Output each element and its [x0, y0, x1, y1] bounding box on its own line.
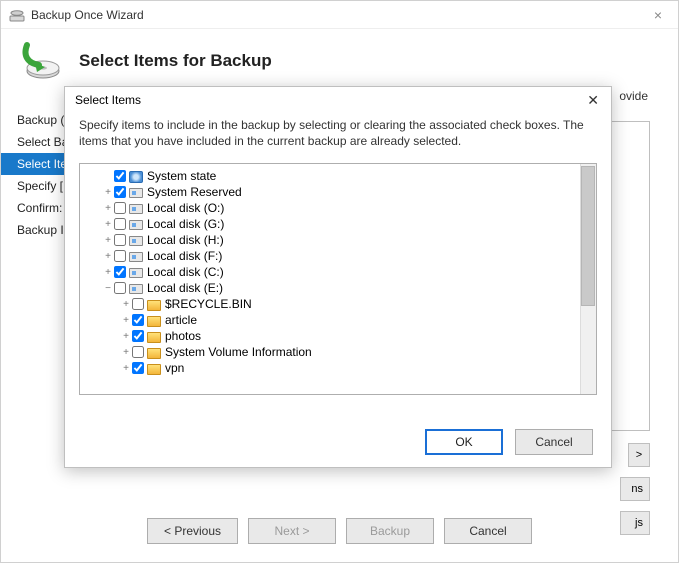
obscured-button-ns[interactable]: ns [620, 477, 650, 501]
tree-checkbox[interactable] [132, 362, 144, 374]
tree-label: $RECYCLE.BIN [162, 297, 252, 311]
tree-label: System Volume Information [162, 345, 312, 359]
tree-label: article [162, 313, 197, 327]
tree-node[interactable]: + photos [84, 328, 596, 344]
tree-node[interactable]: + System Volume Information [84, 344, 596, 360]
expand-icon: · [102, 170, 114, 183]
folder-icon [146, 361, 162, 375]
tree-node[interactable]: + System Reserved [84, 184, 596, 200]
tree-label: Local disk (C:) [144, 265, 224, 279]
page-title: Select Items for Backup [79, 51, 272, 71]
tree-label: System state [144, 169, 216, 183]
wizard-close-icon[interactable]: × [646, 5, 670, 25]
tree-checkbox[interactable] [114, 218, 126, 230]
items-tree-container: · System state + System Reserved + Local disk… [79, 163, 597, 395]
tree-label: Local disk (E:) [144, 281, 223, 295]
tree-node[interactable]: + Local disk (O:) [84, 200, 596, 216]
folder-icon [146, 297, 162, 311]
tree-label: System Reserved [144, 185, 242, 199]
tree-checkbox[interactable] [132, 330, 144, 342]
tree-checkbox[interactable] [114, 250, 126, 262]
folder-icon [146, 313, 162, 327]
tree-node[interactable]: + Local disk (H:) [84, 232, 596, 248]
tree-checkbox[interactable] [132, 346, 144, 358]
truncated-label-fragment: ovide [619, 89, 648, 103]
tree-node[interactable]: + $RECYCLE.BIN [84, 296, 596, 312]
tree-node[interactable]: + Local disk (C:) [84, 264, 596, 280]
dialog-description: Specify items to include in the backup b… [65, 113, 611, 157]
expand-icon[interactable]: + [102, 250, 114, 263]
tree-checkbox[interactable] [114, 266, 126, 278]
folder-icon [146, 329, 162, 343]
items-tree[interactable]: · System state + System Reserved + Local disk… [80, 164, 596, 380]
tree-checkbox[interactable] [114, 186, 126, 198]
expand-icon[interactable]: + [120, 314, 132, 327]
tree-label: Local disk (H:) [144, 233, 224, 247]
tree-label: Local disk (F:) [144, 249, 222, 263]
tree-node[interactable]: − Local disk (E:) [84, 280, 596, 296]
tree-checkbox[interactable] [114, 202, 126, 214]
drive-icon [128, 281, 144, 295]
ok-button[interactable]: OK [425, 429, 503, 455]
wizard-app-icon [9, 7, 25, 23]
backup-button: Backup [346, 518, 434, 544]
tree-node[interactable]: · System state [84, 168, 596, 184]
tree-node[interactable]: + vpn [84, 360, 596, 376]
expand-icon[interactable]: + [102, 202, 114, 215]
dialog-title: Select Items [75, 93, 141, 107]
wizard-titlebar: Backup Once Wizard × [1, 1, 678, 29]
tree-scrollbar-thumb[interactable] [581, 166, 595, 306]
expand-icon[interactable]: + [120, 362, 132, 375]
tree-checkbox[interactable] [132, 314, 144, 326]
expand-icon[interactable]: + [102, 218, 114, 231]
dialog-close-icon[interactable]: ✕ [581, 92, 605, 109]
expand-icon[interactable]: + [120, 298, 132, 311]
expand-icon[interactable]: + [102, 234, 114, 247]
previous-button[interactable]: < Previous [147, 518, 238, 544]
panel-scroll-right-button[interactable]: > [628, 443, 650, 467]
select-items-dialog: Select Items ✕ Specify items to include … [64, 86, 612, 468]
tree-label: vpn [162, 361, 184, 375]
wizard-header: Select Items for Backup [1, 29, 678, 83]
wizard-title-text: Backup Once Wizard [31, 8, 144, 22]
drive-icon [128, 217, 144, 231]
tree-checkbox[interactable] [114, 170, 126, 182]
expand-icon[interactable]: + [120, 346, 132, 359]
drive-icon [128, 201, 144, 215]
tree-node[interactable]: + article [84, 312, 596, 328]
collapse-icon[interactable]: − [102, 282, 114, 295]
dialog-cancel-button[interactable]: Cancel [515, 429, 593, 455]
dialog-footer: OK Cancel [425, 429, 593, 455]
drive-icon [128, 249, 144, 263]
tree-label: Local disk (O:) [144, 201, 224, 215]
tree-node[interactable]: + Local disk (F:) [84, 248, 596, 264]
drive-icon [128, 265, 144, 279]
tree-scrollbar[interactable] [580, 164, 596, 394]
expand-icon[interactable]: + [120, 330, 132, 343]
expand-icon[interactable]: + [102, 266, 114, 279]
expand-icon[interactable]: + [102, 186, 114, 199]
tree-checkbox[interactable] [114, 282, 126, 294]
dialog-titlebar: Select Items ✕ [65, 87, 611, 113]
wizard-footer: < Previous Next > Backup Cancel [1, 518, 678, 544]
tree-label: Local disk (G:) [144, 217, 224, 231]
tree-label: photos [162, 329, 201, 343]
tree-node[interactable]: + Local disk (G:) [84, 216, 596, 232]
drive-icon [128, 233, 144, 247]
folder-icon [146, 345, 162, 359]
tree-checkbox[interactable] [132, 298, 144, 310]
backup-icon [21, 41, 61, 81]
system-state-icon [128, 169, 144, 183]
next-button: Next > [248, 518, 336, 544]
drive-icon [128, 185, 144, 199]
tree-checkbox[interactable] [114, 234, 126, 246]
cancel-button[interactable]: Cancel [444, 518, 532, 544]
